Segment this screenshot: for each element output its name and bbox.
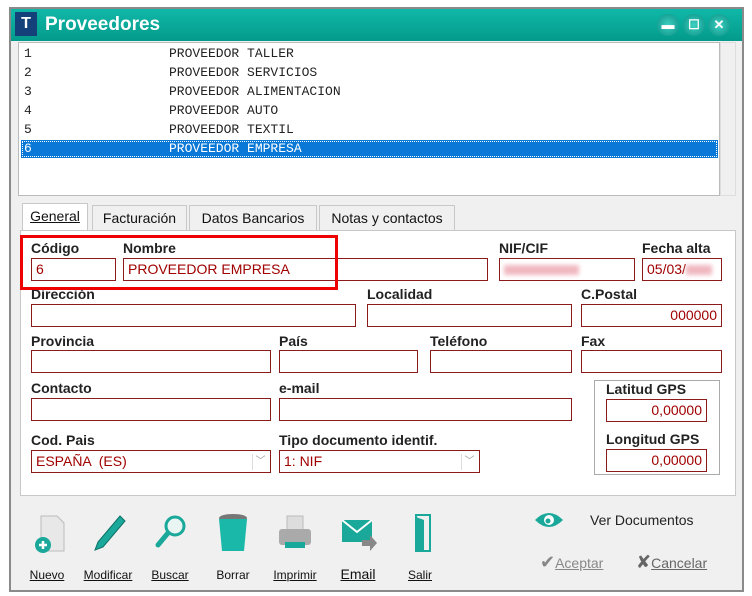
aceptar-button[interactable]: ✔Aceptar bbox=[540, 552, 603, 573]
borrar-button[interactable]: Borrar bbox=[203, 512, 263, 582]
telefono-label: Teléfono bbox=[430, 333, 488, 349]
app-icon: T bbox=[15, 12, 37, 36]
longitud-field[interactable]: 0,00000 bbox=[606, 449, 707, 472]
chevron-down-icon[interactable]: ﹀ bbox=[461, 454, 477, 470]
localidad-field[interactable] bbox=[367, 304, 572, 327]
row-id: 6 bbox=[24, 141, 32, 156]
imprimir-label: Imprimir bbox=[273, 568, 317, 582]
email-label: e-mail bbox=[279, 380, 320, 396]
telefono-field[interactable] bbox=[430, 350, 572, 373]
modificar-button[interactable]: Modificar bbox=[78, 512, 138, 582]
trash-icon bbox=[203, 512, 263, 554]
row-name: PROVEEDOR ALIMENTACION bbox=[169, 84, 341, 99]
codpais-value: ESPAÑA (ES) bbox=[36, 453, 127, 469]
title-bar: T Proveedores ▬ ☐ ✕ bbox=[11, 9, 742, 41]
cpostal-field[interactable]: 000000 bbox=[581, 304, 722, 327]
modificar-label: Modificar bbox=[83, 568, 133, 582]
buscar-button[interactable]: Buscar bbox=[140, 512, 200, 582]
latitud-label: Latitud GPS bbox=[606, 381, 687, 397]
localidad-label: Localidad bbox=[367, 286, 433, 302]
list-item[interactable]: 4 PROVEEDOR AUTO bbox=[21, 102, 718, 120]
pen-icon bbox=[78, 512, 138, 554]
nif-field[interactable] bbox=[499, 258, 635, 281]
longitud-label: Longitud GPS bbox=[606, 431, 700, 447]
nuevo-button[interactable]: Nuevo bbox=[17, 512, 77, 582]
codpais-select[interactable]: ESPAÑA (ES) ﹀ bbox=[31, 450, 271, 473]
list-item[interactable]: 2 PROVEEDOR SERVICIOS bbox=[21, 64, 718, 82]
window-title: Proveedores bbox=[45, 14, 161, 35]
nif-label: NIF/CIF bbox=[499, 240, 548, 256]
redacted-value bbox=[685, 265, 712, 276]
fecha-value: 05/03/ bbox=[647, 261, 686, 277]
row-id: 4 bbox=[24, 103, 32, 118]
fax-field[interactable] bbox=[581, 350, 722, 373]
provider-list[interactable]: 1 PROVEEDOR TALLER 2 PROVEEDOR SERVICIOS 3… bbox=[18, 42, 720, 196]
list-item-selected[interactable]: 6 PROVEEDOR EMPRESA bbox=[21, 140, 718, 158]
printer-icon bbox=[265, 512, 325, 554]
pais-field[interactable] bbox=[279, 350, 418, 373]
tipodoc-value: 1: NIF bbox=[284, 453, 323, 469]
row-id: 3 bbox=[24, 84, 32, 99]
check-icon: ✔ bbox=[540, 552, 556, 572]
borrar-label: Borrar bbox=[216, 568, 250, 582]
chevron-down-icon[interactable]: ﹀ bbox=[252, 454, 268, 470]
row-name: PROVEEDOR AUTO bbox=[169, 103, 279, 118]
tab-facturacion[interactable]: Facturación bbox=[92, 205, 187, 231]
codpais-label: Cod. Pais bbox=[31, 432, 95, 448]
tab-datos-bancarios[interactable]: Datos Bancarios bbox=[189, 205, 317, 231]
email-icon bbox=[328, 512, 388, 554]
door-icon bbox=[390, 512, 450, 554]
row-name: PROVEEDOR EMPRESA bbox=[169, 141, 302, 156]
magnifier-icon bbox=[140, 512, 200, 554]
row-id: 5 bbox=[24, 122, 32, 137]
buscar-label: Buscar bbox=[151, 568, 189, 582]
fecha-label: Fecha alta bbox=[642, 240, 711, 256]
ver-documentos-button[interactable]: Ver Documentos bbox=[590, 512, 694, 528]
eye-icon[interactable] bbox=[533, 509, 565, 536]
row-name: PROVEEDOR SERVICIOS bbox=[169, 65, 318, 80]
tipodoc-label: Tipo documento identif. bbox=[279, 432, 438, 448]
imprimir-button[interactable]: Imprimir bbox=[265, 512, 325, 582]
x-icon: ✘ bbox=[636, 552, 652, 572]
salir-label: Salir bbox=[407, 568, 432, 582]
cancelar-button[interactable]: ✘Cancelar bbox=[636, 552, 707, 573]
email-field[interactable] bbox=[279, 398, 572, 421]
list-item[interactable]: 3 PROVEEDOR ALIMENTACION bbox=[21, 83, 718, 101]
direccion-field[interactable] bbox=[31, 304, 356, 327]
redacted-value bbox=[504, 265, 579, 276]
provincia-field[interactable] bbox=[31, 350, 271, 373]
highlight-box bbox=[20, 235, 338, 290]
aceptar-label: Aceptar bbox=[555, 555, 604, 571]
latitud-field[interactable]: 0,00000 bbox=[606, 399, 707, 422]
list-scrollbar[interactable] bbox=[720, 42, 736, 196]
nuevo-label: Nuevo bbox=[29, 568, 65, 582]
close-button[interactable]: ✕ bbox=[708, 14, 730, 36]
cancelar-label: Cancelar bbox=[651, 555, 708, 571]
list-item[interactable]: 5 PROVEEDOR TEXTIL bbox=[21, 121, 718, 139]
row-name: PROVEEDOR TALLER bbox=[169, 46, 294, 61]
tab-general[interactable]: General bbox=[22, 203, 88, 231]
row-id: 2 bbox=[24, 65, 32, 80]
email-button[interactable]: Email bbox=[328, 512, 388, 582]
row-name: PROVEEDOR TEXTIL bbox=[169, 122, 294, 137]
cpostal-label: C.Postal bbox=[581, 286, 638, 302]
provincia-label: Provincia bbox=[31, 333, 95, 349]
list-item[interactable]: 1 PROVEEDOR TALLER bbox=[21, 45, 718, 63]
new-document-icon bbox=[17, 512, 77, 554]
pais-label: País bbox=[279, 333, 308, 349]
salir-button[interactable]: Salir bbox=[390, 512, 450, 582]
fecha-field[interactable]: 05/03/ bbox=[642, 258, 722, 281]
contacto-field[interactable] bbox=[31, 398, 271, 421]
tab-notas-contactos[interactable]: Notas y contactos bbox=[319, 205, 455, 231]
maximize-button[interactable]: ☐ bbox=[683, 14, 705, 36]
email-label: Email bbox=[340, 566, 376, 582]
row-id: 1 bbox=[24, 46, 32, 61]
fax-label: Fax bbox=[581, 333, 606, 349]
tipodoc-select[interactable]: 1: NIF ﹀ bbox=[279, 450, 480, 473]
minimize-button[interactable]: ▬ bbox=[657, 14, 679, 36]
contacto-label: Contacto bbox=[31, 380, 92, 396]
